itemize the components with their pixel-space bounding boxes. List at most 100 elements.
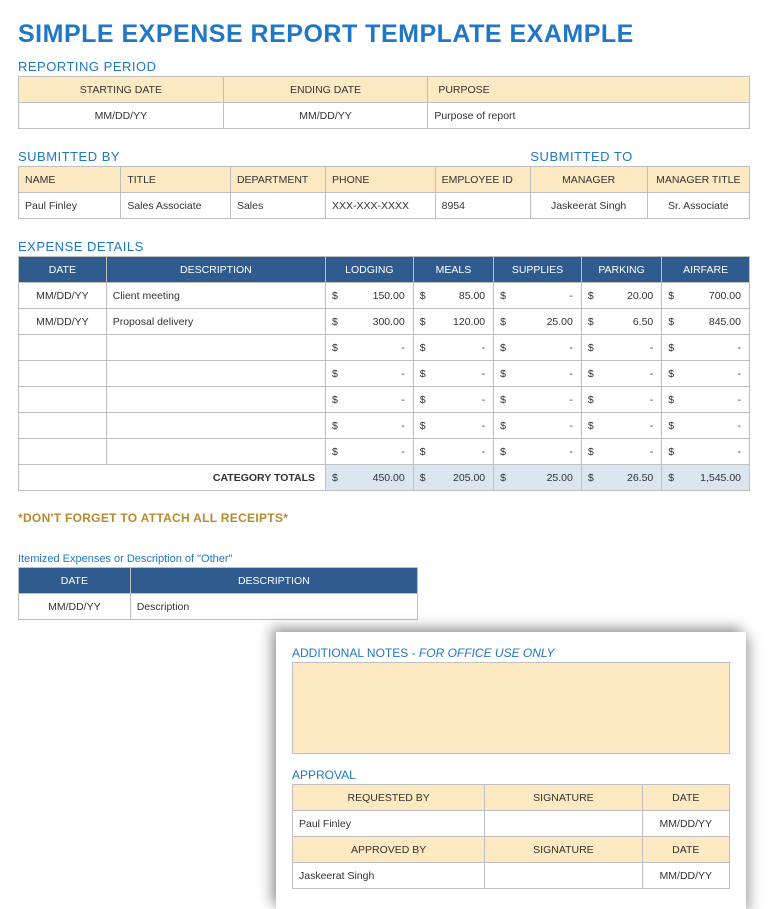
reporting-period-section: REPORTING PERIOD STARTING DATE ENDING DA…: [18, 59, 750, 129]
meals-cell[interactable]: $120.00: [413, 309, 493, 335]
col-signature: SIGNATURE: [485, 785, 642, 811]
lodging-cell[interactable]: $-: [326, 439, 414, 465]
supplies-cell[interactable]: $-: [494, 413, 582, 439]
parking-cell[interactable]: $-: [581, 439, 661, 465]
airfare-cell[interactable]: $-: [662, 361, 750, 387]
ending-date-cell[interactable]: MM/DD/YY: [223, 103, 428, 129]
itemized-col-date: DATE: [19, 568, 131, 594]
col-manager-title: MANAGER TITLE: [647, 167, 749, 193]
table-row: $-$-$-$-$-: [19, 361, 750, 387]
table-row: MM/DD/YYClient meeting$150.00$85.00$-$20…: [19, 283, 750, 309]
itemized-table: DATE DESCRIPTION MM/DD/YY Description: [18, 567, 418, 620]
airfare-cell[interactable]: $-: [662, 439, 750, 465]
purpose-cell[interactable]: Purpose of report: [428, 103, 750, 129]
col-employee-id: EMPLOYEE ID: [435, 167, 530, 193]
col-manager: MANAGER: [530, 167, 647, 193]
meals-cell[interactable]: $-: [413, 413, 493, 439]
col-supplies: SUPPLIES: [494, 257, 582, 283]
parking-cell[interactable]: $6.50: [581, 309, 661, 335]
page-title: SIMPLE EXPENSE REPORT TEMPLATE EXAMPLE: [18, 20, 750, 49]
date-cell[interactable]: MM/DD/YY: [19, 309, 107, 335]
date-cell[interactable]: [19, 335, 107, 361]
parking-cell[interactable]: $-: [581, 335, 661, 361]
date-cell[interactable]: [19, 413, 107, 439]
additional-notes-box[interactable]: [292, 662, 730, 754]
lodging-cell[interactable]: $150.00: [326, 283, 414, 309]
supplies-cell[interactable]: $25.00: [494, 309, 582, 335]
col-signature-2: SIGNATURE: [485, 837, 642, 863]
total-meals: $205.00: [413, 465, 493, 491]
col-airfare: AIRFARE: [662, 257, 750, 283]
date-cell[interactable]: [19, 387, 107, 413]
col-parking: PARKING: [581, 257, 661, 283]
manager-cell[interactable]: Jaskeerat Singh: [530, 193, 647, 219]
requested-by-cell[interactable]: Paul Finley: [293, 811, 485, 837]
itemized-date-cell[interactable]: MM/DD/YY: [19, 594, 131, 620]
lodging-cell[interactable]: $-: [326, 413, 414, 439]
description-cell[interactable]: [106, 361, 325, 387]
supplies-cell[interactable]: $-: [494, 335, 582, 361]
lodging-cell[interactable]: $-: [326, 361, 414, 387]
parking-cell[interactable]: $-: [581, 413, 661, 439]
airfare-cell[interactable]: $-: [662, 413, 750, 439]
submitted-section: SUBMITTED BY SUBMITTED TO NAME TITLE DEP…: [18, 149, 750, 219]
airfare-cell[interactable]: $700.00: [662, 283, 750, 309]
meals-cell[interactable]: $85.00: [413, 283, 493, 309]
reporting-period-title: REPORTING PERIOD: [18, 59, 750, 74]
name-cell[interactable]: Paul Finley: [19, 193, 121, 219]
signature-cell-2[interactable]: [485, 863, 642, 889]
date-cell-2[interactable]: MM/DD/YY: [642, 863, 729, 889]
employee-id-cell[interactable]: 8954: [435, 193, 530, 219]
approved-by-cell[interactable]: Jaskeerat Singh: [293, 863, 485, 889]
expense-details-table: DATE DESCRIPTION LODGING MEALS SUPPLIES …: [18, 256, 750, 491]
parking-cell[interactable]: $20.00: [581, 283, 661, 309]
date-cell[interactable]: [19, 361, 107, 387]
airfare-cell[interactable]: $-: [662, 387, 750, 413]
description-cell[interactable]: [106, 387, 325, 413]
description-cell[interactable]: [106, 413, 325, 439]
department-cell[interactable]: Sales: [230, 193, 325, 219]
starting-date-cell[interactable]: MM/DD/YY: [19, 103, 224, 129]
description-cell[interactable]: Client meeting: [106, 283, 325, 309]
supplies-cell[interactable]: $-: [494, 387, 582, 413]
submitted-to-title: SUBMITTED TO: [530, 149, 750, 164]
meals-cell[interactable]: $-: [413, 335, 493, 361]
approval-table: REQUESTED BY SIGNATURE DATE Paul Finley …: [292, 784, 730, 889]
approval-title: APPROVAL: [292, 768, 730, 782]
itemized-desc-cell[interactable]: Description: [130, 594, 417, 620]
meals-cell[interactable]: $-: [413, 361, 493, 387]
itemized-col-desc: DESCRIPTION: [130, 568, 417, 594]
date-cell[interactable]: [19, 439, 107, 465]
date-cell[interactable]: MM/DD/YY: [19, 283, 107, 309]
col-title: TITLE: [121, 167, 231, 193]
lodging-cell[interactable]: $-: [326, 387, 414, 413]
airfare-cell[interactable]: $845.00: [662, 309, 750, 335]
col-ending-date: ENDING DATE: [223, 77, 428, 103]
col-date: DATE: [642, 785, 729, 811]
description-cell[interactable]: [106, 335, 325, 361]
expense-details-section: EXPENSE DETAILS DATE DESCRIPTION LODGING…: [18, 239, 750, 491]
supplies-cell[interactable]: $-: [494, 361, 582, 387]
lodging-cell[interactable]: $-: [326, 335, 414, 361]
date-cell-1[interactable]: MM/DD/YY: [642, 811, 729, 837]
title-cell[interactable]: Sales Associate: [121, 193, 231, 219]
supplies-cell[interactable]: $-: [494, 283, 582, 309]
parking-cell[interactable]: $-: [581, 361, 661, 387]
airfare-cell[interactable]: $-: [662, 335, 750, 361]
description-cell[interactable]: [106, 439, 325, 465]
receipts-note: *DON'T FORGET TO ATTACH ALL RECEIPTS*: [18, 511, 750, 525]
meals-cell[interactable]: $-: [413, 439, 493, 465]
description-cell[interactable]: Proposal delivery: [106, 309, 325, 335]
lodging-cell[interactable]: $300.00: [326, 309, 414, 335]
total-supplies: $25.00: [494, 465, 582, 491]
manager-title-cell[interactable]: Sr. Associate: [647, 193, 749, 219]
signature-cell-1[interactable]: [485, 811, 642, 837]
phone-cell[interactable]: XXX-XXX-XXXX: [325, 193, 435, 219]
table-row: $-$-$-$-$-: [19, 413, 750, 439]
meals-cell[interactable]: $-: [413, 387, 493, 413]
table-row: $-$-$-$-$-: [19, 335, 750, 361]
supplies-cell[interactable]: $-: [494, 439, 582, 465]
parking-cell[interactable]: $-: [581, 387, 661, 413]
col-requested-by: REQUESTED BY: [293, 785, 485, 811]
total-parking: $26.50: [581, 465, 661, 491]
